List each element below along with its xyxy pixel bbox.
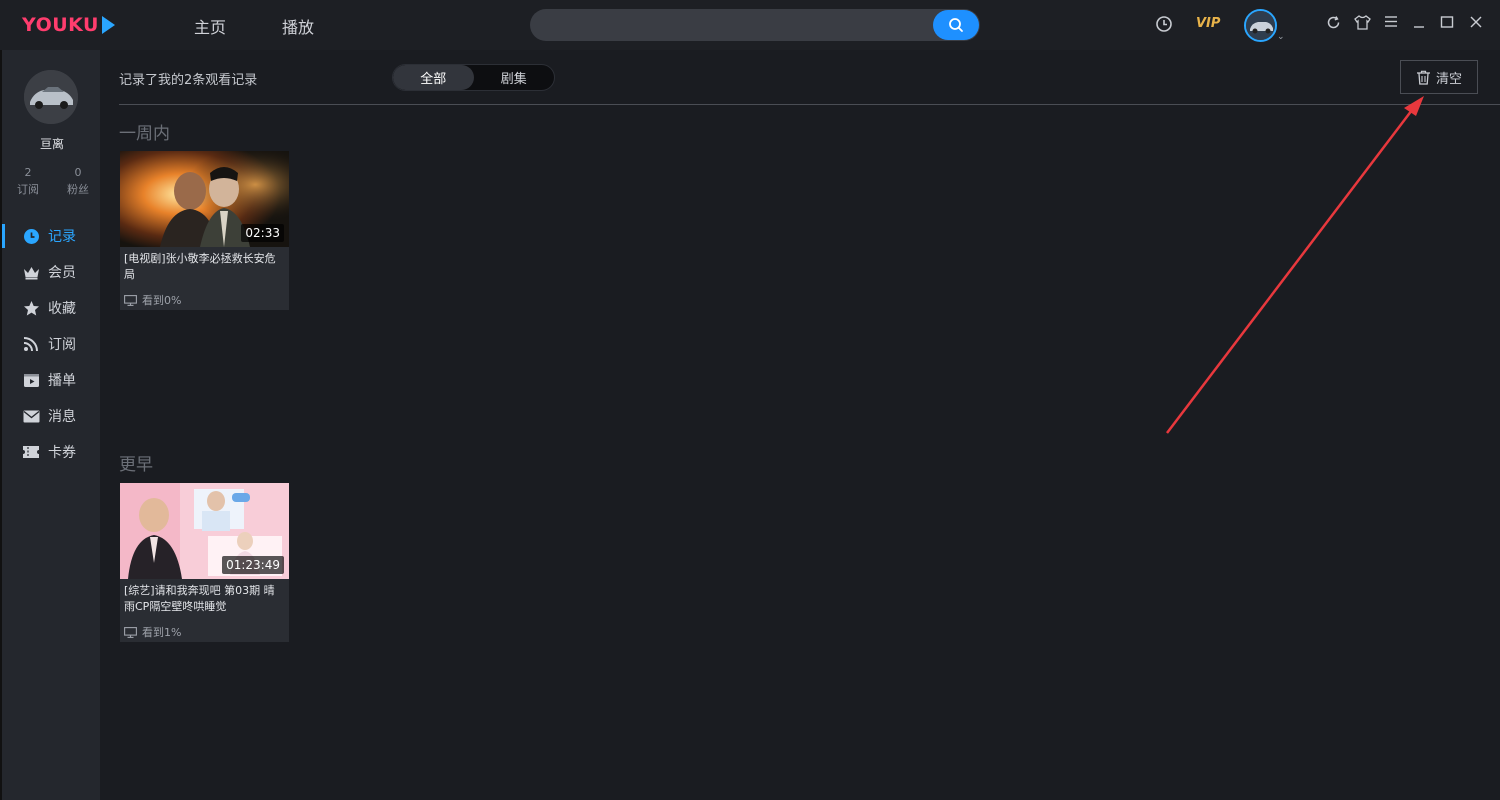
menu-button[interactable]: [1384, 15, 1398, 28]
sidebar-item-history[interactable]: 记录: [2, 218, 102, 254]
minimize-icon: [1414, 26, 1424, 28]
fans-stat[interactable]: 0 粉丝: [58, 164, 98, 198]
maximize-icon: [1440, 16, 1454, 28]
video-duration: 02:33: [241, 224, 284, 242]
playlist-icon: [22, 371, 40, 389]
watch-progress: 看到1%: [124, 624, 181, 640]
star-icon: [22, 299, 40, 317]
shirt-icon: [1354, 15, 1371, 30]
vip-button[interactable]: VIP: [1196, 16, 1220, 31]
clear-history-label: 清空: [1435, 71, 1462, 87]
record-count-text: 记录了我的2条观看记录: [119, 73, 258, 88]
history-panel: 记录了我的2条观看记录 全部 剧集 清空 一周内 02:33 [电视剧]张小敬李…: [100, 50, 1500, 800]
history-card[interactable]: 01:23:49 [综艺]请和我奔现吧 第03期 晴雨CP隔空壁咚哄睡觉 看到1…: [120, 483, 289, 642]
search-bar: [530, 9, 980, 41]
close-button[interactable]: [1469, 15, 1483, 29]
crown-icon: [22, 263, 40, 281]
menu-icon: [1385, 16, 1397, 27]
watch-progress: 看到0%: [124, 292, 181, 308]
logo-play-mark: [101, 16, 115, 34]
sidebar-item-label: 订阅: [48, 337, 76, 353]
car-avatar-image: [24, 70, 78, 124]
watch-progress-text: 看到0%: [142, 294, 182, 307]
top-avatar[interactable]: [1244, 9, 1277, 42]
section-title-week: 一周内: [119, 124, 170, 144]
sidebar-item-label: 消息: [48, 409, 76, 425]
sidebar-item-membership[interactable]: 会员: [2, 254, 102, 290]
car-avatar-image: [1246, 11, 1275, 40]
refresh-icon: [1327, 16, 1340, 29]
header-divider: [119, 104, 1500, 105]
video-thumbnail[interactable]: 02:33: [120, 151, 289, 247]
maximize-button[interactable]: [1440, 15, 1454, 29]
video-title[interactable]: [电视剧]张小敬李必拯救长安危局: [124, 251, 284, 283]
section-title-earlier: 更早: [119, 455, 153, 475]
ticket-icon: [22, 443, 40, 461]
subscription-count: 2: [24, 166, 32, 179]
logo-text: YOUKU: [22, 14, 99, 36]
search-input[interactable]: [544, 13, 924, 37]
video-thumbnail[interactable]: 01:23:49: [120, 483, 289, 579]
sidebar-item-label: 卡券: [48, 445, 76, 461]
trash-icon: [1416, 70, 1431, 85]
sidebar-menu: 记录 会员 收藏 订阅 播单 消息 卡券: [2, 218, 102, 470]
monitor-icon: [124, 294, 137, 306]
sidebar-item-subscriptions[interactable]: 订阅: [2, 326, 102, 362]
refresh-button[interactable]: [1326, 15, 1341, 30]
tab-all[interactable]: 全部: [393, 65, 474, 90]
tab-series[interactable]: 剧集: [474, 65, 555, 90]
sidebar-item-label: 收藏: [48, 301, 76, 317]
history-card[interactable]: 02:33 [电视剧]张小敬李必拯救长安危局 看到0%: [120, 151, 289, 310]
youku-logo[interactable]: YOUKU: [22, 13, 115, 37]
filter-tabs: 全部 剧集: [392, 64, 555, 91]
fans-label: 粉丝: [67, 183, 89, 196]
user-name: 亘离: [39, 137, 64, 151]
sidebar-item-coupons[interactable]: 卡券: [2, 434, 102, 470]
subscription-label: 订阅: [17, 183, 39, 196]
minimize-button[interactable]: [1412, 15, 1426, 29]
title-bar: YOUKU 主页 播放 VIP ⌄: [0, 0, 1500, 50]
rss-icon: [22, 335, 40, 353]
subscription-stat[interactable]: 2 订阅: [8, 164, 48, 198]
close-icon: [1470, 16, 1482, 28]
sidebar-item-label: 记录: [48, 229, 76, 245]
fans-count: 0: [74, 166, 82, 179]
video-title[interactable]: [综艺]请和我奔现吧 第03期 晴雨CP隔空壁咚哄睡觉: [124, 583, 284, 615]
skin-button[interactable]: [1354, 15, 1371, 30]
history-button[interactable]: [1155, 15, 1173, 33]
chevron-down-icon[interactable]: ⌄: [1277, 32, 1285, 42]
sidebar-item-playlists[interactable]: 播单: [2, 362, 102, 398]
sidebar: 亘离 2 订阅 0 粉丝 记录 会员 收藏 订阅 播单 消息 卡券: [0, 50, 100, 800]
nav-play[interactable]: 播放: [282, 14, 314, 38]
sidebar-item-label: 会员: [48, 265, 76, 281]
watch-progress-text: 看到1%: [142, 626, 182, 639]
video-duration: 01:23:49: [222, 556, 284, 574]
search-button[interactable]: [933, 10, 979, 40]
clock-icon: [22, 227, 40, 245]
sidebar-item-messages[interactable]: 消息: [2, 398, 102, 434]
clock-icon: [1156, 16, 1172, 32]
sidebar-item-favorites[interactable]: 收藏: [2, 290, 102, 326]
user-avatar[interactable]: [24, 70, 78, 124]
sidebar-item-label: 播单: [48, 373, 76, 389]
search-icon: [949, 18, 963, 32]
clear-history-button[interactable]: 清空: [1400, 60, 1478, 94]
nav-home[interactable]: 主页: [194, 14, 226, 38]
mail-icon: [22, 407, 40, 425]
monitor-icon: [124, 626, 137, 638]
